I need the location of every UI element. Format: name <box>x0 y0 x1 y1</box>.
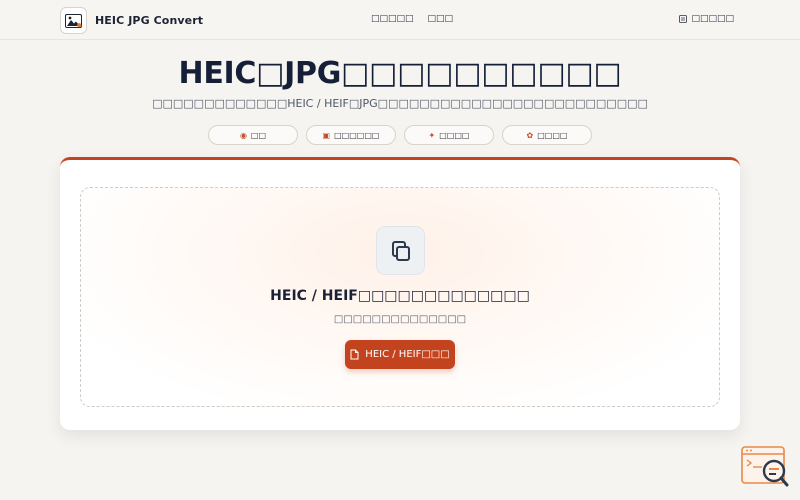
page-title: HEIC□JPG□□□□□□□□□□ <box>178 56 622 91</box>
feature-pill-label: □□□□□□ <box>334 130 380 140</box>
file-dropzone[interactable]: HEIC / HEIF□□□□□□□□□□□□□ □□□□□□□□□□□□□□ … <box>80 187 720 407</box>
main-nav: □□□□□ □□□ <box>371 14 453 24</box>
feature-pill-label: □□□□ <box>439 130 470 140</box>
shield-icon: ◉ <box>239 130 247 140</box>
language-switcher[interactable]: □□□□□ <box>679 14 734 24</box>
image-icon: ▣ <box>322 130 331 140</box>
feature-pill-4: ✿ □□□□ <box>502 125 592 145</box>
dropzone-subtitle: □□□□□□□□□□□□□□ <box>333 314 467 325</box>
feature-pills: ◉ □□ ▣ □□□□□□ ✦ □□□□ ✿ □□□□ <box>208 125 592 145</box>
top-navigation-bar: HEIC JPG Convert □□□□□ □□□ □□□□□ <box>0 0 800 40</box>
feature-pill-label: □□□□ <box>537 130 568 140</box>
copy-files-icon <box>376 226 425 275</box>
upload-card: HEIC / HEIF□□□□□□□□□□□□□ □□□□□□□□□□□□□□ … <box>60 157 740 430</box>
feature-pill-2: ▣ □□□□□□ <box>306 125 396 145</box>
feature-pill-1: ◉ □□ <box>208 125 298 145</box>
brand-name: HEIC JPG Convert <box>95 14 204 27</box>
bolt-icon: ✦ <box>428 130 436 140</box>
dropzone-title: HEIC / HEIF□□□□□□□□□□□□□ <box>270 288 530 304</box>
file-icon <box>350 349 359 360</box>
search-widget-icon[interactable] <box>738 444 792 490</box>
language-label: □□□□□ <box>691 14 734 24</box>
image-logo-icon <box>60 7 87 34</box>
feature-pill-3: ✦ □□□□ <box>404 125 494 145</box>
globe-icon <box>679 15 688 23</box>
select-files-button[interactable]: HEIC / HEIF□□□ <box>345 340 455 369</box>
page-subtitle: □□□□□□□□□□□□□HEIC / HEIF□JPG□□□□□□□□□□□□… <box>152 97 648 110</box>
nav-item-1[interactable]: □□□□□ <box>371 14 414 24</box>
select-files-label: HEIC / HEIF□□□ <box>365 349 450 360</box>
nav-item-2[interactable]: □□□ <box>428 14 454 24</box>
sparkle-icon: ✿ <box>526 130 534 140</box>
brand[interactable]: HEIC JPG Convert <box>60 7 203 34</box>
feature-pill-label: □□ <box>250 130 267 140</box>
